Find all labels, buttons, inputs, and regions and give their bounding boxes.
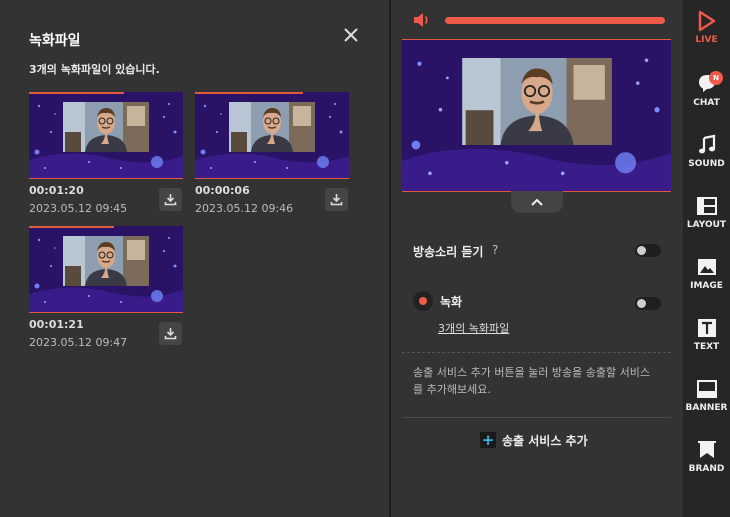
- rail-label: LIVE: [695, 35, 718, 45]
- rail-label: SOUND: [688, 159, 725, 169]
- download-icon[interactable]: [159, 322, 182, 345]
- image-icon: [697, 259, 716, 275]
- rail-item-banner[interactable]: BANNER: [683, 378, 730, 413]
- rail-label: CHAT: [693, 98, 720, 108]
- recording-card[interactable]: 00:01:21 2023.05.12 09:47: [29, 226, 183, 349]
- plus-icon: +: [480, 431, 496, 449]
- rail-item-text[interactable]: TEXT: [683, 317, 730, 352]
- recording-date: 2023.05.12 09:46: [195, 202, 294, 215]
- close-icon[interactable]: [340, 24, 362, 46]
- brand-icon: [697, 441, 716, 458]
- layout-icon: [696, 197, 717, 215]
- rail-item-chat[interactable]: N CHAT: [683, 71, 730, 108]
- volume-slider[interactable]: [445, 17, 665, 24]
- download-icon[interactable]: [325, 188, 348, 211]
- rail-label: BRAND: [688, 464, 725, 474]
- rail-label: TEXT: [693, 342, 720, 352]
- music-note-icon: [698, 134, 715, 154]
- volume-icon[interactable]: [413, 12, 431, 28]
- record-toggle[interactable]: [635, 297, 661, 310]
- recording-duration: 00:01:20: [29, 184, 84, 197]
- side-rail: LIVE N CHAT SOUND LAYOUT IMAGE TEXT BANN…: [683, 0, 730, 517]
- add-service-button[interactable]: + 송출 서비스 추가: [480, 430, 588, 450]
- recording-date: 2023.05.12 09:47: [29, 336, 128, 349]
- chevron-up-icon: [531, 198, 543, 206]
- recording-card[interactable]: 00:00:06 2023.05.12 09:46: [195, 92, 349, 215]
- rail-label: BANNER: [685, 403, 728, 413]
- record-label: 녹화: [440, 295, 463, 309]
- rail-item-live[interactable]: LIVE: [683, 10, 730, 45]
- rail-item-brand[interactable]: BRAND: [683, 439, 730, 474]
- notification-badge: N: [709, 71, 723, 85]
- recordings-count: 3개의 녹화파일이 있습니다.: [29, 63, 160, 76]
- listen-toggle[interactable]: [635, 244, 661, 257]
- recording-date: 2023.05.12 09:45: [29, 202, 128, 215]
- rail-item-sound[interactable]: SOUND: [683, 134, 730, 169]
- separator: [402, 417, 671, 418]
- studio-panel: 방송소리 듣기 ? 녹화 3개의 녹화파일 송출 서비스 추가 버튼을 눌러 방…: [391, 0, 683, 517]
- rail-item-layout[interactable]: LAYOUT: [683, 195, 730, 230]
- banner-icon: [696, 380, 717, 398]
- rail-label: LAYOUT: [686, 220, 727, 230]
- recording-duration: 00:00:06: [195, 184, 250, 197]
- collapse-preview-button[interactable]: [511, 191, 563, 213]
- recording-card[interactable]: 00:01:20 2023.05.12 09:45: [29, 92, 183, 215]
- listen-label: 방송소리 듣기: [413, 245, 484, 259]
- live-preview: [402, 39, 671, 192]
- rail-item-image[interactable]: IMAGE: [683, 256, 730, 291]
- add-service-label: 송출 서비스 추가: [502, 433, 588, 448]
- recording-thumbnail[interactable]: [195, 92, 349, 179]
- rail-label: IMAGE: [690, 281, 723, 291]
- recording-thumbnail[interactable]: [29, 92, 183, 179]
- help-icon[interactable]: ?: [492, 243, 498, 257]
- play-icon: [698, 10, 715, 32]
- recording-duration: 00:01:21: [29, 318, 84, 331]
- text-icon: [697, 319, 716, 337]
- info-text: 송출 서비스 추가 버튼을 눌러 방송을 송출할 서비스를 추가해보세요.: [413, 366, 650, 396]
- download-icon[interactable]: [159, 188, 182, 211]
- record-indicator-icon: [413, 291, 433, 311]
- panel-title: 녹화파일: [29, 33, 81, 49]
- separator: [402, 352, 671, 353]
- recording-thumbnail[interactable]: [29, 226, 183, 313]
- recording-files-link[interactable]: 3개의 녹화파일: [438, 320, 509, 336]
- recordings-panel: 녹화파일 3개의 녹화파일이 있습니다. 00:01:20 2023.05.12…: [0, 0, 389, 517]
